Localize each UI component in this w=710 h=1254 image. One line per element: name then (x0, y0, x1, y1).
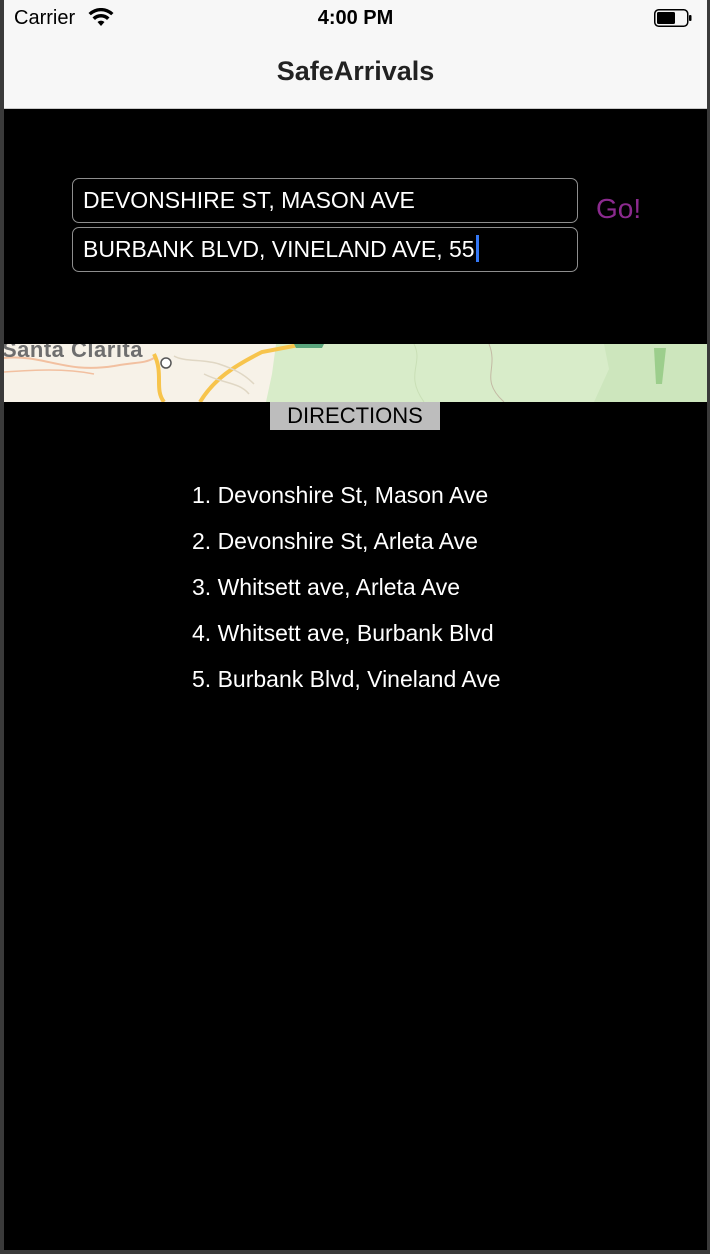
destination-input[interactable]: BURBANK BLVD, VINELAND AVE, 55 (72, 227, 578, 272)
battery-icon (654, 9, 692, 27)
destination-input-value: BURBANK BLVD, VINELAND AVE, 55 (83, 236, 475, 262)
map-view[interactable]: Santa Clarita (4, 344, 707, 402)
app-screen: Carrier 4:00 PM SafeArrivals DEVONSHIRE … (4, 0, 707, 1250)
direction-step: 2. Devonshire St, Arleta Ave (192, 528, 478, 554)
status-bar: Carrier 4:00 PM (4, 0, 707, 38)
origin-input-value: DEVONSHIRE ST, MASON AVE (83, 187, 415, 213)
direction-step: 4. Whitsett ave, Burbank Blvd (192, 620, 494, 646)
direction-step: 5. Burbank Blvd, Vineland Ave (192, 666, 501, 692)
go-button[interactable]: Go! (596, 193, 641, 225)
directions-list: 1. Devonshire St, Mason Ave 2. Devonshir… (192, 480, 501, 710)
page-title: SafeArrivals (276, 56, 435, 86)
directions-header: DIRECTIONS (270, 402, 440, 430)
status-time: 4:00 PM (317, 7, 394, 29)
map-city-label: Santa Clarita (4, 344, 143, 362)
direction-step: 3. Whitsett ave, Arleta Ave (192, 574, 461, 600)
direction-step: 1. Devonshire St, Mason Ave (192, 482, 489, 508)
navigation-bar: Carrier 4:00 PM SafeArrivals (4, 0, 707, 109)
origin-input[interactable]: DEVONSHIRE ST, MASON AVE (72, 178, 578, 223)
text-cursor (475, 235, 479, 263)
